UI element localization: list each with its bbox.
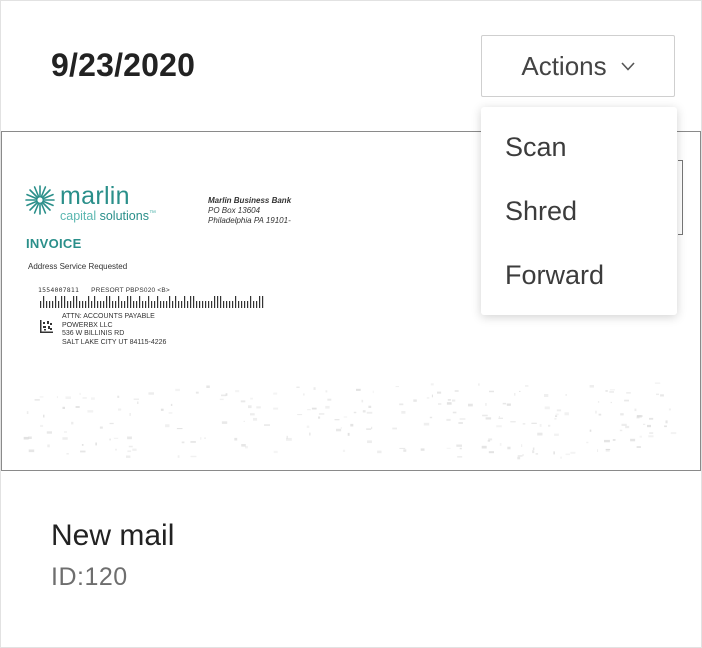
recipient-line: POWERBX LLC (62, 321, 113, 329)
mail-title: New mail (51, 519, 175, 552)
presort-code: PRESORT PBPS020 <B> (91, 287, 170, 294)
recipient-address: ATTN: ACCOUNTS PAYABLE POWERBX LLC 536 W… (62, 313, 166, 347)
return-address-line: PO Box 13604 (208, 206, 261, 215)
datamatrix-code (40, 320, 53, 333)
recipient-line: SALT LAKE CITY UT 84115-4226 (62, 338, 167, 346)
actions-menu: Scan Shred Forward (481, 107, 677, 315)
mail-card: 9/23/2020 marlin capital solutions™ Marl… (0, 0, 702, 648)
address-service-text: Address Service Requested (28, 262, 128, 271)
piece-number: 1554007811 (38, 286, 80, 294)
envelope-window-edge (678, 160, 683, 161)
mail-date: 9/23/2020 (51, 47, 196, 83)
actions-label: Actions (521, 50, 607, 81)
menu-item-shred[interactable]: Shred (481, 179, 677, 243)
actions-dropdown-button[interactable]: Actions (481, 35, 675, 97)
return-address: Marlin Business Bank PO Box 13604 Philad… (208, 196, 291, 226)
menu-item-forward[interactable]: Forward (481, 243, 677, 307)
logo-trademark: ™ (148, 210, 156, 217)
recipient-line: 536 W BILLINIS RD (62, 330, 125, 338)
chevron-down-icon (621, 61, 635, 71)
logo-sub-1: capital (60, 209, 100, 224)
menu-item-scan[interactable]: Scan (481, 115, 677, 179)
scan-background-texture (23, 382, 677, 460)
invoice-label: INVOICE (26, 236, 82, 251)
logo-subtitle: capital solutions™ (60, 210, 156, 223)
return-address-line: Marlin Business Bank (208, 196, 292, 205)
logo-sub-2: solutions (99, 209, 149, 224)
mail-id: ID:120 (51, 563, 128, 591)
marlin-logo: marlin capital solutions™ (24, 184, 156, 223)
recipient-line: ATTN: ACCOUNTS PAYABLE (62, 313, 155, 320)
postal-barcode (40, 296, 264, 308)
envelope-window-edge (682, 160, 683, 234)
return-address-line: Philadelphia PA 19101- (208, 216, 291, 225)
logo-name: marlin (60, 182, 130, 210)
marlin-starburst-icon (25, 185, 55, 215)
presort-line: 1554007811 PRESORT PBPS020 <B> (38, 286, 170, 294)
envelope-window-edge (678, 234, 683, 235)
